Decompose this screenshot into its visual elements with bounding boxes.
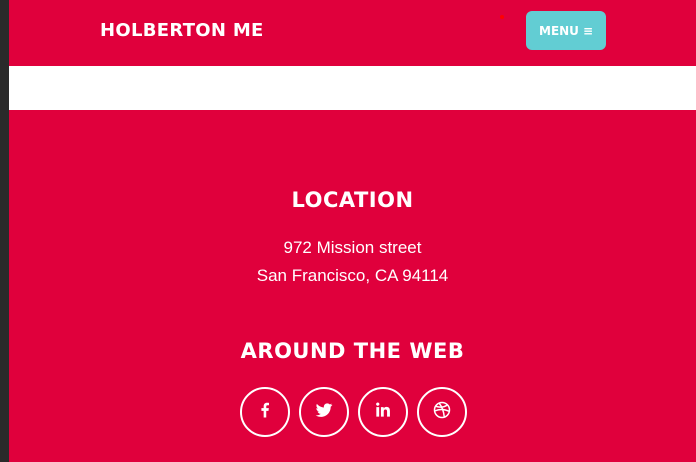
menu-button[interactable]: MENU ≡	[526, 11, 606, 50]
address-line-2: San Francisco, CA 94114	[256, 266, 449, 285]
twitter-icon	[314, 400, 334, 424]
dribbble-icon	[432, 400, 452, 424]
twitter-link[interactable]	[299, 387, 349, 437]
indicator-dot	[500, 15, 504, 19]
content-section	[9, 66, 696, 110]
social-links	[240, 387, 470, 437]
address-line-1: 972 Mission street	[283, 238, 422, 257]
dribbble-link[interactable]	[417, 387, 467, 437]
around-the-web-heading: AROUND THE WEB	[240, 339, 465, 363]
hamburger-icon: ≡	[582, 23, 593, 38]
location-heading: LOCATION	[291, 188, 414, 212]
footer: LOCATION 972 Mission street San Francisc…	[9, 110, 696, 462]
facebook-link[interactable]	[240, 387, 290, 437]
facebook-icon	[255, 400, 275, 424]
brand-link[interactable]: HOLBERTON ME	[100, 20, 264, 41]
linkedin-icon	[373, 400, 393, 424]
navbar: HOLBERTON ME MENU ≡	[9, 0, 696, 66]
menu-label: MENU	[539, 23, 579, 38]
linkedin-link[interactable]	[358, 387, 408, 437]
window-edge	[0, 0, 9, 462]
